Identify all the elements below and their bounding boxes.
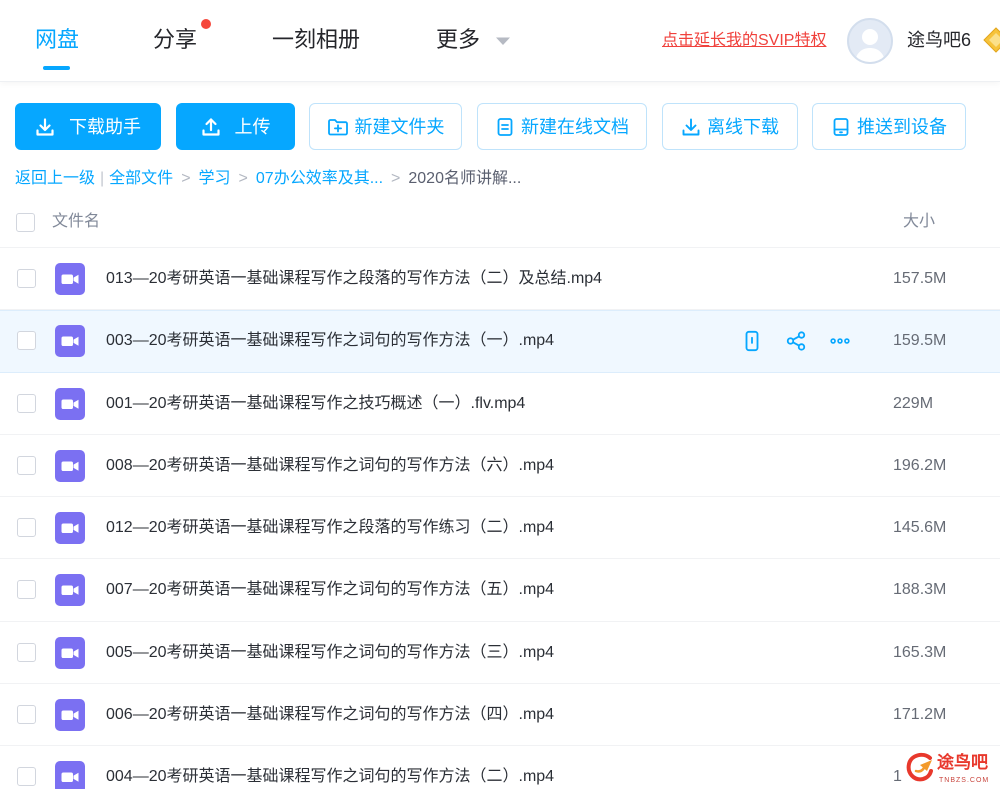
file-size: 196.2M [893, 456, 947, 474]
file-size: 229M [893, 394, 934, 412]
offline-download-label: 离线下载 [707, 116, 779, 137]
video-file-icon [55, 761, 85, 789]
file-row[interactable]: 003—20考研英语一基础课程写作之词句的写作方法（一）.mp4 159.5M [0, 310, 1000, 373]
video-file-icon [55, 636, 85, 669]
row-checkbox[interactable] [17, 455, 36, 475]
watermark-logo-icon [906, 752, 933, 782]
row-checkbox[interactable] [17, 704, 36, 724]
breadcrumb-item-all-files[interactable]: 全部文件 [109, 168, 173, 190]
more-icon[interactable] [828, 330, 852, 352]
row-checkbox[interactable] [17, 642, 36, 662]
select-all-checkbox[interactable] [16, 213, 35, 232]
offline-download-button[interactable]: 离线下载 [662, 103, 798, 150]
download-icon [36, 117, 54, 136]
file-name[interactable]: 003—20考研英语一基础课程写作之词句的写作方法（一）.mp4 [106, 329, 554, 353]
tab-moment-album[interactable]: 一刻相册 [272, 26, 360, 54]
tab-more[interactable]: 更多 [436, 26, 480, 54]
file-row[interactable]: 013—20考研英语一基础课程写作之段落的写作方法（二）及总结.mp4 157.… [0, 248, 1000, 311]
send-to-phone-icon[interactable] [740, 330, 764, 352]
breadcrumb-item-office-efficiency[interactable]: 07办公效率及其... [256, 168, 383, 190]
new-online-doc-label: 新建在线文档 [521, 116, 629, 137]
breadcrumb-current-folder: 2020名师讲解... [408, 170, 522, 187]
new-folder-button[interactable]: 新建文件夹 [309, 103, 462, 150]
file-name[interactable]: 004—20考研英语一基础课程写作之词句的写作方法（二）.mp4 [106, 765, 554, 789]
file-name[interactable]: 006—20考研英语一基础课程写作之词句的写作方法（四）.mp4 [106, 703, 554, 727]
file-list-header: 文件名 大小 [0, 200, 1000, 248]
breadcrumb-separator: > [181, 170, 191, 187]
file-row[interactable]: 001—20考研英语一基础课程写作之技巧概述（一）.flv.mp4 229M [0, 372, 1000, 435]
download-helper-label: 下载助手 [69, 116, 141, 137]
video-file-icon [55, 449, 85, 482]
video-file-icon [55, 574, 85, 607]
file-size: 171.2M [893, 705, 947, 723]
upload-label: 上传 [234, 116, 271, 137]
row-checkbox[interactable] [17, 393, 36, 413]
file-name[interactable]: 005—20考研英语一基础课程写作之词句的写作方法（三）.mp4 [106, 641, 554, 665]
breadcrumb-separator: > [391, 170, 401, 187]
breadcrumb-back-link[interactable]: 返回上一级 [15, 168, 95, 190]
push-to-device-label: 推送到设备 [857, 116, 947, 137]
upload-icon [201, 117, 220, 136]
file-row[interactable]: 008—20考研英语一基础课程写作之词句的写作方法（六）.mp4 196.2M [0, 434, 1000, 497]
file-size: 145.6M [893, 519, 947, 536]
svip-badge-icon[interactable] [983, 27, 1000, 53]
file-size: 1 [893, 768, 902, 785]
video-file-icon [55, 263, 85, 295]
file-row[interactable]: 007—20考研英语一基础课程写作之词句的写作方法（五）.mp4 188.3M [0, 559, 1000, 622]
video-file-icon [55, 698, 85, 731]
chevron-down-icon[interactable] [495, 36, 511, 46]
watermark-subtext: TNBZS.COM [939, 777, 990, 784]
file-row[interactable]: 004—20考研英语一基础课程写作之词句的写作方法（二）.mp4 1 [0, 746, 1000, 789]
watermark-text: 途鸟吧 [937, 753, 988, 772]
offline-download-icon [682, 118, 700, 135]
file-size: 165.3M [893, 643, 947, 661]
breadcrumb-divider: | [100, 170, 105, 187]
tab-netdisk[interactable]: 网盘 [35, 26, 79, 54]
avatar-icon[interactable] [847, 18, 893, 64]
tab-share[interactable]: 分享 [153, 26, 197, 54]
breadcrumb: 返回上一级 | 全部文件 > 学习 > 07办公效率及其... > 2020名师… [15, 168, 521, 190]
site-watermark: 途鸟吧 TNBZS.COM [903, 750, 995, 788]
row-checkbox[interactable] [17, 767, 36, 786]
username[interactable]: 途鸟吧6 [907, 28, 971, 52]
file-size: 159.5M [893, 332, 947, 350]
row-checkbox[interactable] [17, 518, 36, 537]
file-name[interactable]: 012—20考研英语一基础课程写作之段落的写作练习（二）.mp4 [106, 516, 554, 540]
column-header-name[interactable]: 文件名 [52, 210, 100, 234]
file-name[interactable]: 013—20考研英语一基础课程写作之段落的写作方法（二）及总结.mp4 [106, 267, 602, 291]
file-list: 013—20考研英语一基础课程写作之段落的写作方法（二）及总结.mp4 157.… [0, 248, 1000, 789]
document-icon [497, 117, 513, 136]
notification-dot [201, 19, 211, 29]
file-row[interactable]: 012—20考研英语一基础课程写作之段落的写作练习（二）.mp4 145.6M [0, 497, 1000, 560]
device-icon [833, 117, 849, 136]
video-file-icon [55, 325, 85, 358]
file-row[interactable]: 006—20考研英语一基础课程写作之词句的写作方法（四）.mp4 171.2M [0, 683, 1000, 746]
file-name[interactable]: 008—20考研英语一基础课程写作之词句的写作方法（六）.mp4 [106, 454, 554, 478]
video-file-icon [55, 387, 85, 420]
upload-button[interactable]: 上传 [176, 103, 295, 150]
file-name[interactable]: 001—20考研英语一基础课程写作之技巧概述（一）.flv.mp4 [106, 392, 525, 416]
file-size: 157.5M [893, 270, 947, 287]
push-to-device-button[interactable]: 推送到设备 [812, 103, 966, 150]
new-online-doc-button[interactable]: 新建在线文档 [477, 103, 647, 150]
file-size: 188.3M [893, 581, 947, 599]
column-header-size[interactable]: 大小 [903, 210, 935, 234]
row-checkbox[interactable] [17, 331, 36, 351]
file-row[interactable]: 005—20考研英语一基础课程写作之词句的写作方法（三）.mp4 165.3M [0, 621, 1000, 684]
active-tab-indicator [43, 66, 70, 70]
breadcrumb-item-study[interactable]: 学习 [199, 168, 231, 190]
file-name[interactable]: 007—20考研英语一基础课程写作之词句的写作方法（五）.mp4 [106, 578, 554, 602]
download-helper-button[interactable]: 下载助手 [15, 103, 161, 150]
svip-renew-link[interactable]: 点击延长我的SVIP特权 [662, 30, 826, 52]
folder-plus-icon [327, 118, 348, 135]
video-file-icon [55, 512, 85, 544]
share-icon[interactable] [784, 330, 808, 352]
row-checkbox[interactable] [17, 580, 36, 600]
row-checkbox[interactable] [17, 269, 36, 288]
breadcrumb-separator: > [238, 170, 248, 187]
top-navigation-bar: 网盘 分享 一刻相册 更多 点击延长我的SVIP特权 途鸟吧6 [0, 0, 1000, 82]
new-folder-label: 新建文件夹 [354, 116, 445, 137]
